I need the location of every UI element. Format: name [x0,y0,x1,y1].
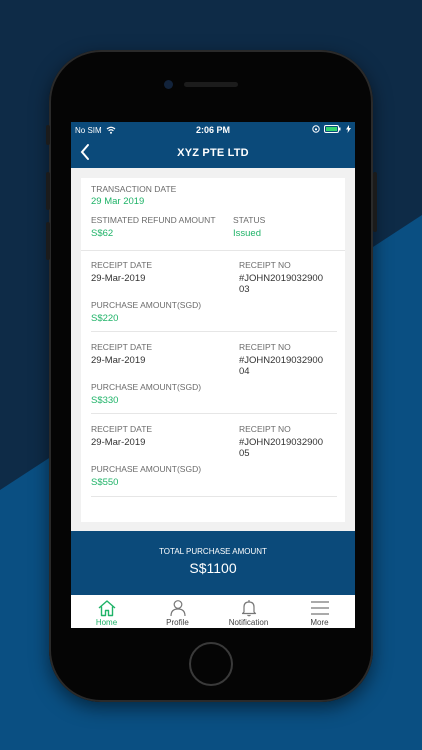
receipt-no-value: #JOHN2019032900 [239,355,323,366]
receipt-no-value-cont: 04 [239,366,250,377]
purchase-amount-value: S$550 [91,477,119,488]
purchase-amount-label: PURCHASE AMOUNT(SGD) [91,382,202,392]
tab-profile[interactable]: Profile [142,595,213,628]
tab-more[interactable]: More [284,595,355,628]
receipt-no-label: RECEIPT NO [239,424,291,434]
nav-bar: XYZ PTE LTD [71,138,355,168]
receipt-divider [91,496,337,497]
receipt-date-value: 29-Mar-2019 [91,437,146,448]
camera [164,80,173,89]
battery-icon [324,125,341,133]
tab-bar: Home Profile Notification More [71,595,355,628]
refund-label: ESTIMATED REFUND AMOUNT [91,215,216,225]
refund-value: S$62 [91,228,114,239]
page-title: XYZ PTE LTD [177,147,249,159]
tab-label: Notification [228,618,269,627]
receipt-no-value-cont: 05 [239,448,250,459]
tab-home[interactable]: Home [71,595,142,628]
total-label: TOTAL PURCHASE AMOUNT [159,547,267,556]
purchase-amount-label: PURCHASE AMOUNT(SGD) [91,464,202,474]
total-bar: TOTAL PURCHASE AMOUNT S$1100 [71,531,355,595]
tab-label: Profile [166,618,189,627]
receipt-no-value: #JOHN2019032900 [239,273,323,284]
receipt-no-label: RECEIPT NO [239,342,291,352]
receipt-no-value-cont: 03 [239,284,250,295]
charging-icon [346,125,351,133]
purchase-amount-value: S$220 [91,313,119,324]
menu-icon [310,601,329,615]
volume-up-button [46,172,50,210]
receipt-no-label: RECEIPT NO [239,260,291,270]
mute-switch [46,125,50,145]
transaction-date-label: TRANSACTION DATE [91,184,177,194]
tab-notification[interactable]: Notification [213,595,284,628]
summary-divider [81,250,345,251]
app-screen: No SIM 2:06 PM XYZ PTE LTD TRANSACTION D… [71,122,355,628]
transaction-card: TRANSACTION DATE 29 Mar 2019 ESTIMATED R… [81,178,345,522]
transaction-date-value: 29 Mar 2019 [91,196,145,207]
speaker [184,82,238,87]
tab-label: More [310,618,329,627]
status-indicators [312,125,351,133]
bell-icon [241,600,256,617]
home-hardware-button[interactable] [189,642,233,686]
power-button [373,172,377,232]
total-value: S$1100 [189,560,237,576]
receipt-date-label: RECEIPT DATE [91,342,153,352]
status-badge: Issued [233,228,261,239]
volume-down-button [46,222,50,260]
receipt-divider [91,413,337,414]
status-label: STATUS [233,215,266,225]
status-bar: No SIM 2:06 PM [71,122,355,138]
receipt-date-value: 29-Mar-2019 [91,273,146,284]
profile-icon [169,600,186,617]
receipt-date-value: 29-Mar-2019 [91,355,146,366]
receipt-date-label: RECEIPT DATE [91,260,153,270]
home-icon [98,600,115,617]
lock-rotation-icon [312,125,320,133]
receipt-divider [91,331,337,332]
purchase-amount-value: S$330 [91,395,119,406]
purchase-amount-label: PURCHASE AMOUNT(SGD) [91,300,202,310]
receipt-no-value: #JOHN2019032900 [239,437,323,448]
receipt-date-label: RECEIPT DATE [91,424,153,434]
tab-label: Home [95,618,118,627]
